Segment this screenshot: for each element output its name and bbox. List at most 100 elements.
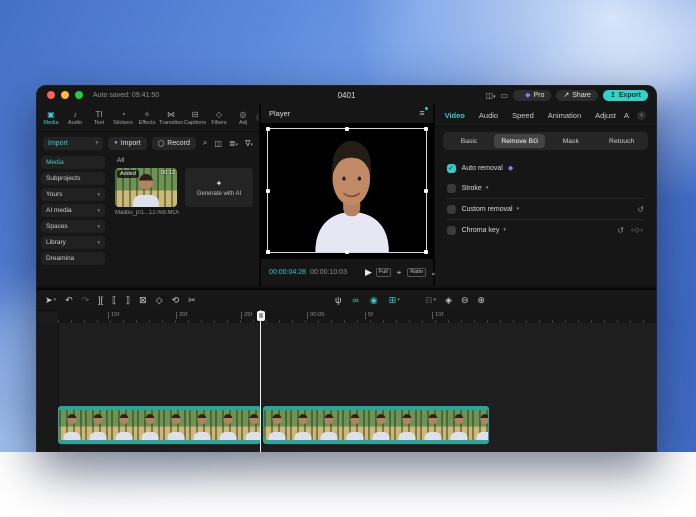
tab-audio[interactable]: Audio <box>479 111 498 120</box>
chevron-down-icon[interactable]: ▾ <box>486 185 489 191</box>
tab-effects[interactable]: ✧Effects <box>135 110 159 126</box>
layout-mode-icon[interactable]: ◫▾ <box>485 91 495 100</box>
reset-icon[interactable]: ↺ <box>637 205 644 214</box>
settings-tabs-overflow-icon[interactable]: › <box>637 111 646 120</box>
video-clip-left[interactable] <box>58 406 261 444</box>
delete-right-icon[interactable]: ⟧ <box>126 296 130 305</box>
filters-icon: ◇ <box>216 110 222 119</box>
auto-ripple-icon[interactable]: ⊟▾ <box>425 296 436 305</box>
zoom-out-icon[interactable]: ⊖ <box>461 296 469 305</box>
tab-animation[interactable]: Animation <box>548 111 581 120</box>
sidebar-item-ai-media[interactable]: AI media▾ <box>41 204 105 217</box>
tab-speed[interactable]: Speed <box>512 111 534 120</box>
link-clips-icon[interactable]: ∞ <box>352 296 358 305</box>
tab-filters[interactable]: ◇Filters <box>207 110 231 126</box>
ratio-button[interactable]: Ratio <box>407 268 426 278</box>
split-icon[interactable]: ][ <box>98 296 103 305</box>
media-item[interactable]: Added 00:12 Malibu_j01...12768.MOV <box>115 168 179 216</box>
tab-transitions[interactable]: ⋈Transitions <box>159 110 183 126</box>
resize-handle[interactable] <box>424 127 428 131</box>
sidebar-item-spaces[interactable]: Spaces▾ <box>41 220 105 233</box>
pro-gem-icon: ◆ <box>508 164 513 172</box>
playhead[interactable] <box>260 310 261 452</box>
import-dropdown[interactable]: Import ▾ <box>43 137 103 150</box>
tab-audio[interactable]: ♪Audio <box>63 110 87 126</box>
timeline-ruler[interactable]: 15f20f25f00:055f10f <box>58 310 656 323</box>
redo-icon[interactable]: ↷ <box>82 296 90 305</box>
subtab-basic[interactable]: Basic <box>444 134 495 148</box>
tab-adjust[interactable]: Adjust <box>595 111 616 120</box>
player-panel: Player ≡ <box>261 104 433 286</box>
search-icon[interactable]: ⌕ <box>203 138 207 148</box>
player-menu-icon[interactable]: ≡ <box>419 109 424 118</box>
magnetic-icon[interactable]: ◉ <box>370 296 378 305</box>
resize-handle[interactable] <box>345 127 349 131</box>
mask-icon[interactable]: ◇ <box>156 296 163 305</box>
tab-video[interactable]: Video <box>445 111 465 120</box>
tab-adj[interactable]: ◎Adj <box>231 110 255 126</box>
loop-icon[interactable]: ⟲ <box>172 296 180 305</box>
sidebar-item-dreamina[interactable]: Dreamina <box>41 252 105 265</box>
video-clip-right[interactable] <box>263 406 489 444</box>
playhead-handle[interactable] <box>257 311 265 321</box>
layout-grid-icon[interactable]: ◫ <box>214 139 222 148</box>
sort-icon[interactable]: ≣▾ <box>229 139 238 148</box>
undo-icon[interactable]: ↶ <box>65 296 73 305</box>
delete-left-icon[interactable]: ⟦ <box>112 296 116 305</box>
keyframe-icon[interactable]: ‹◇› <box>631 226 644 234</box>
subtab-remove-bg[interactable]: Remove BG <box>494 134 545 148</box>
resize-handle[interactable] <box>424 250 428 254</box>
media-tabs-overflow-icon[interactable]: › <box>256 113 259 122</box>
checkbox-stroke[interactable] <box>447 184 456 193</box>
checkbox-auto-removal[interactable]: ✓ <box>447 164 456 173</box>
record-button[interactable]: ◯ Record <box>152 137 196 150</box>
checkbox-chroma-key[interactable] <box>447 226 456 235</box>
tab-captions[interactable]: ⊟Captions <box>183 110 207 126</box>
play-button[interactable]: ▶ <box>365 267 372 278</box>
resize-handle[interactable] <box>266 127 270 131</box>
share-button[interactable]: ↗ Share <box>556 90 598 101</box>
track-header-column <box>37 323 59 452</box>
select-tool-icon[interactable]: ➤▾ <box>45 296 56 305</box>
fit-icon[interactable]: ⌖ <box>397 268 402 278</box>
checkbox-custom-removal[interactable] <box>447 205 456 214</box>
smart-edit-icon[interactable]: ✂ <box>188 296 196 305</box>
minimize-window-button[interactable] <box>61 91 69 99</box>
resize-handle[interactable] <box>424 189 428 193</box>
section-label: All <box>117 157 253 164</box>
frame-thumbnail <box>59 410 85 440</box>
sidebar-item-media[interactable]: Media <box>41 156 105 169</box>
resize-handle[interactable] <box>266 250 270 254</box>
video-selection-frame[interactable] <box>267 128 427 253</box>
close-window-button[interactable] <box>47 91 55 99</box>
tab-stickers[interactable]: ◔Stickers <box>111 110 135 126</box>
compact-mode-icon[interactable]: ▭ <box>501 91 509 100</box>
tab-media[interactable]: ▣Media <box>39 110 63 126</box>
subtab-retouch[interactable]: Retouch <box>596 134 647 148</box>
preview-axis-icon[interactable]: ⊞▾ <box>389 296 400 305</box>
resize-handle[interactable] <box>345 250 349 254</box>
keyframe-graph-icon[interactable]: ◈ <box>445 296 452 305</box>
sidebar-item-yours[interactable]: Yours▾ <box>41 188 105 201</box>
chevron-down-icon[interactable]: ▾ <box>517 206 520 212</box>
zoom-in-icon[interactable]: ⊕ <box>478 296 486 305</box>
reset-icon[interactable]: ↺ <box>617 226 624 235</box>
media-item-thumbnail[interactable]: Added 00:12 <box>115 168 177 207</box>
frame-thumbnail <box>290 410 316 440</box>
tab-text[interactable]: TIText <box>87 110 111 126</box>
sidebar-item-subprojects[interactable]: Subprojects <box>41 172 105 185</box>
subtab-mask[interactable]: Mask <box>545 134 596 148</box>
resize-handle[interactable] <box>266 189 270 193</box>
voiceover-mic-icon[interactable]: ψ <box>335 296 341 305</box>
zoom-window-button[interactable] <box>75 91 83 99</box>
pro-button[interactable]: ◆ Pro <box>513 90 551 101</box>
sidebar-item-library[interactable]: Library▾ <box>41 236 105 249</box>
generate-with-ai-card[interactable]: ✦ Generate with AI <box>185 168 253 207</box>
filter-icon[interactable]: ∇▾ <box>245 139 253 148</box>
chevron-down-icon[interactable]: ▾ <box>503 227 506 233</box>
delete-icon[interactable]: ⊠ <box>139 296 147 305</box>
import-button[interactable]: ● Import <box>108 137 146 150</box>
export-icon: ↥ <box>610 92 616 99</box>
export-button[interactable]: ↥ Export <box>603 90 648 101</box>
full-preview-button[interactable]: Full <box>376 268 391 278</box>
